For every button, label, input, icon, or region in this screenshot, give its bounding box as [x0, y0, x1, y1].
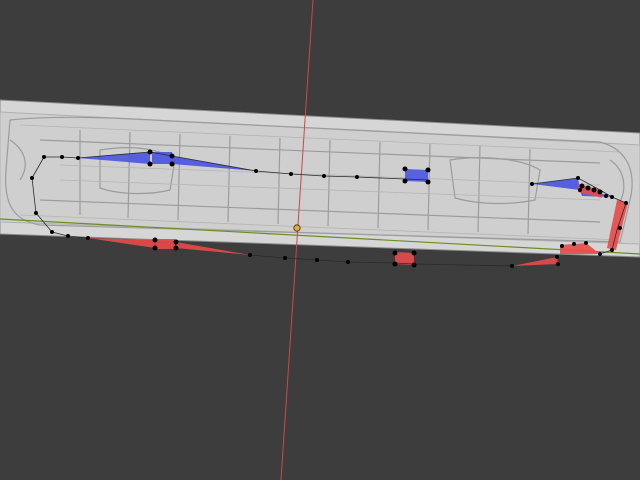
- 3d-viewport[interactable]: [0, 0, 640, 480]
- origin-icon[interactable]: [293, 224, 301, 232]
- viewport-canvas[interactable]: [0, 0, 640, 480]
